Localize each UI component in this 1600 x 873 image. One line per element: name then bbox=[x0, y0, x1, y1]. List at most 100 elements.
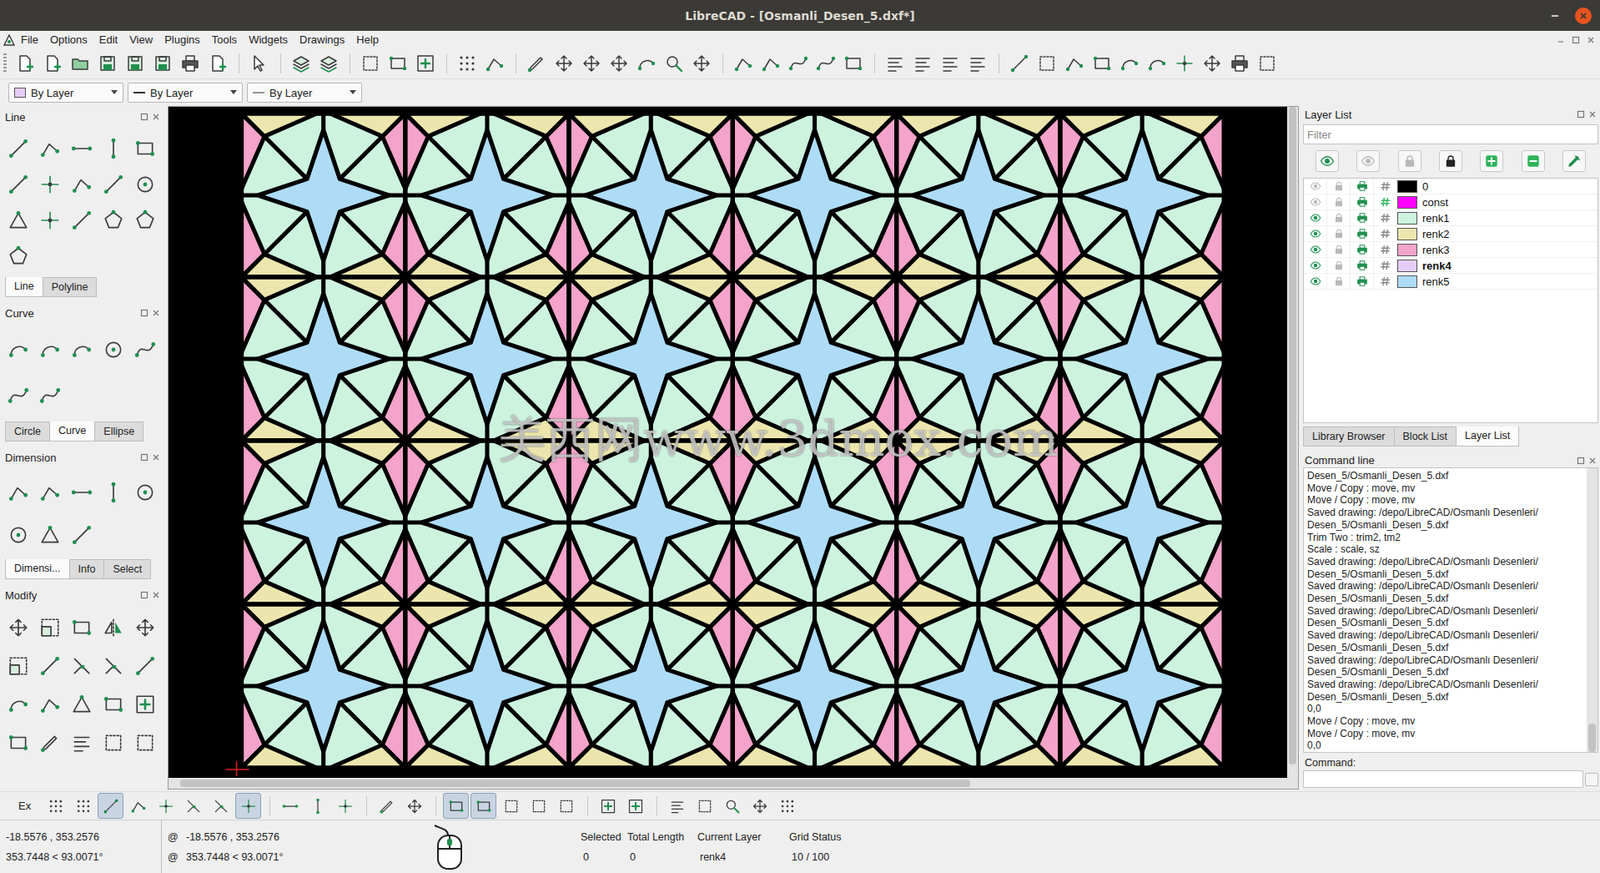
construction-toggle[interactable] bbox=[1373, 241, 1398, 258]
layer-row[interactable]: renk5 bbox=[1303, 273, 1598, 290]
close-icon[interactable] bbox=[151, 308, 161, 317]
dropdown-arrow-icon[interactable] bbox=[110, 90, 118, 96]
toolbar-button[interactable] bbox=[1253, 50, 1280, 77]
layer-row[interactable]: const bbox=[1303, 194, 1598, 211]
filter-input[interactable] bbox=[1303, 124, 1599, 145]
minimize-button[interactable]: – bbox=[1546, 7, 1564, 25]
tool-button[interactable] bbox=[36, 729, 64, 756]
remove-layer-button[interactable] bbox=[1521, 150, 1545, 172]
lock-toggle[interactable] bbox=[1327, 257, 1351, 274]
menu-item[interactable]: Edit bbox=[93, 31, 124, 48]
tool-button[interactable] bbox=[131, 690, 159, 718]
scroll-thumb[interactable] bbox=[1588, 723, 1596, 752]
toolbar-button[interactable] bbox=[633, 50, 660, 77]
layer-row[interactable]: renk2 bbox=[1303, 226, 1598, 242]
toolbar-button[interactable] bbox=[357, 50, 383, 77]
toolbar-button[interactable] bbox=[149, 50, 176, 77]
vertical-scrollbar[interactable] bbox=[1287, 106, 1299, 778]
toolbar-button[interactable] bbox=[412, 50, 438, 77]
menu-item[interactable]: Options bbox=[44, 31, 94, 48]
toolbar-button[interactable] bbox=[964, 50, 991, 77]
snap-toggle[interactable] bbox=[180, 792, 207, 819]
construction-toggle[interactable] bbox=[1373, 226, 1398, 242]
visible-toggle[interactable] bbox=[1303, 273, 1328, 290]
tool-button[interactable] bbox=[5, 206, 32, 234]
toolbar-button[interactable] bbox=[176, 50, 203, 77]
print-toggle[interactable] bbox=[1350, 210, 1374, 227]
snap-toggle[interactable] bbox=[152, 792, 179, 819]
toolbar-button[interactable] bbox=[315, 50, 342, 77]
snap-toggle[interactable] bbox=[622, 792, 649, 819]
snap-toggle[interactable] bbox=[553, 792, 579, 819]
snap-toggle[interactable] bbox=[691, 792, 718, 819]
menu-item[interactable]: Plugins bbox=[158, 31, 207, 48]
print-toggle[interactable] bbox=[1350, 257, 1374, 274]
edit-layer-button[interactable] bbox=[1562, 150, 1586, 172]
snap-toggle[interactable] bbox=[525, 792, 552, 819]
construction-toggle[interactable] bbox=[1373, 273, 1398, 290]
toolbar-button[interactable] bbox=[1226, 50, 1253, 77]
minimize-icon[interactable] bbox=[1556, 35, 1565, 45]
scroll-thumb[interactable] bbox=[1288, 106, 1297, 765]
layer-row[interactable]: renk1 bbox=[1303, 210, 1598, 227]
float-icon[interactable] bbox=[1576, 456, 1585, 465]
menu-item[interactable]: Drawings bbox=[293, 31, 351, 48]
horizontal-scrollbar[interactable] bbox=[168, 777, 1299, 789]
snap-toggle[interactable] bbox=[235, 792, 262, 819]
command-input[interactable] bbox=[1303, 769, 1584, 788]
tool-button[interactable] bbox=[36, 336, 64, 363]
restore-icon[interactable] bbox=[1571, 35, 1580, 45]
snap-toggle[interactable] bbox=[401, 792, 428, 819]
snap-toggle[interactable] bbox=[304, 792, 331, 819]
tool-button[interactable] bbox=[131, 613, 159, 641]
visible-toggle[interactable] bbox=[1303, 194, 1328, 211]
toolbar-button[interactable] bbox=[784, 50, 811, 77]
print-toggle[interactable] bbox=[1350, 178, 1374, 195]
tab[interactable]: Ellipse bbox=[94, 421, 144, 442]
tool-button[interactable] bbox=[5, 652, 32, 680]
tool-button[interactable] bbox=[5, 382, 32, 409]
tool-button[interactable] bbox=[36, 206, 64, 234]
toolbar-button[interactable] bbox=[204, 50, 231, 77]
snap-toggle[interactable] bbox=[276, 792, 303, 819]
dropdown-arrow-icon[interactable] bbox=[349, 90, 357, 96]
tool-button[interactable] bbox=[5, 613, 32, 641]
snap-toggle[interactable] bbox=[470, 792, 497, 819]
layer-row[interactable]: renk3 bbox=[1303, 241, 1598, 258]
scroll-thumb[interactable] bbox=[180, 779, 972, 787]
show-all-button[interactable] bbox=[1315, 150, 1339, 172]
snap-toggle[interactable] bbox=[664, 792, 690, 819]
toolbar-button[interactable] bbox=[1061, 50, 1087, 77]
toolbar-button[interactable] bbox=[121, 50, 148, 77]
toolbar-button[interactable] bbox=[384, 50, 411, 77]
toolbar-button[interactable] bbox=[287, 50, 314, 77]
tool-button[interactable] bbox=[131, 171, 159, 198]
visible-toggle[interactable] bbox=[1303, 257, 1328, 274]
float-icon[interactable] bbox=[140, 452, 149, 462]
lock-toggle[interactable] bbox=[1327, 273, 1351, 290]
tool-button[interactable] bbox=[68, 171, 96, 198]
toolbar-button[interactable] bbox=[729, 50, 756, 77]
tool-button[interactable] bbox=[5, 690, 32, 718]
tool-button[interactable] bbox=[68, 521, 96, 549]
lock-toggle[interactable] bbox=[1327, 194, 1351, 211]
pen-color-combo[interactable]: By Layer bbox=[8, 82, 124, 103]
construction-toggle[interactable] bbox=[1373, 257, 1398, 274]
tool-button[interactable] bbox=[100, 478, 127, 506]
toolbar-button[interactable] bbox=[605, 50, 632, 77]
float-icon[interactable] bbox=[140, 112, 149, 121]
close-icon[interactable] bbox=[151, 452, 161, 462]
menu-item[interactable]: Tools bbox=[206, 31, 243, 48]
tool-button[interactable] bbox=[36, 613, 64, 641]
toolbar-button[interactable] bbox=[1033, 50, 1060, 77]
visible-toggle[interactable] bbox=[1303, 210, 1328, 227]
snap-toggle[interactable] bbox=[70, 792, 96, 819]
construction-toggle[interactable] bbox=[1373, 194, 1398, 211]
snap-toggle[interactable] bbox=[97, 792, 124, 819]
toolbar-button[interactable] bbox=[39, 50, 66, 77]
visible-toggle[interactable] bbox=[1303, 178, 1328, 195]
toolbar-button[interactable] bbox=[757, 50, 784, 77]
toolbar-button[interactable] bbox=[11, 50, 38, 77]
add-layer-button[interactable] bbox=[1479, 150, 1504, 172]
visible-toggle[interactable] bbox=[1303, 226, 1328, 242]
